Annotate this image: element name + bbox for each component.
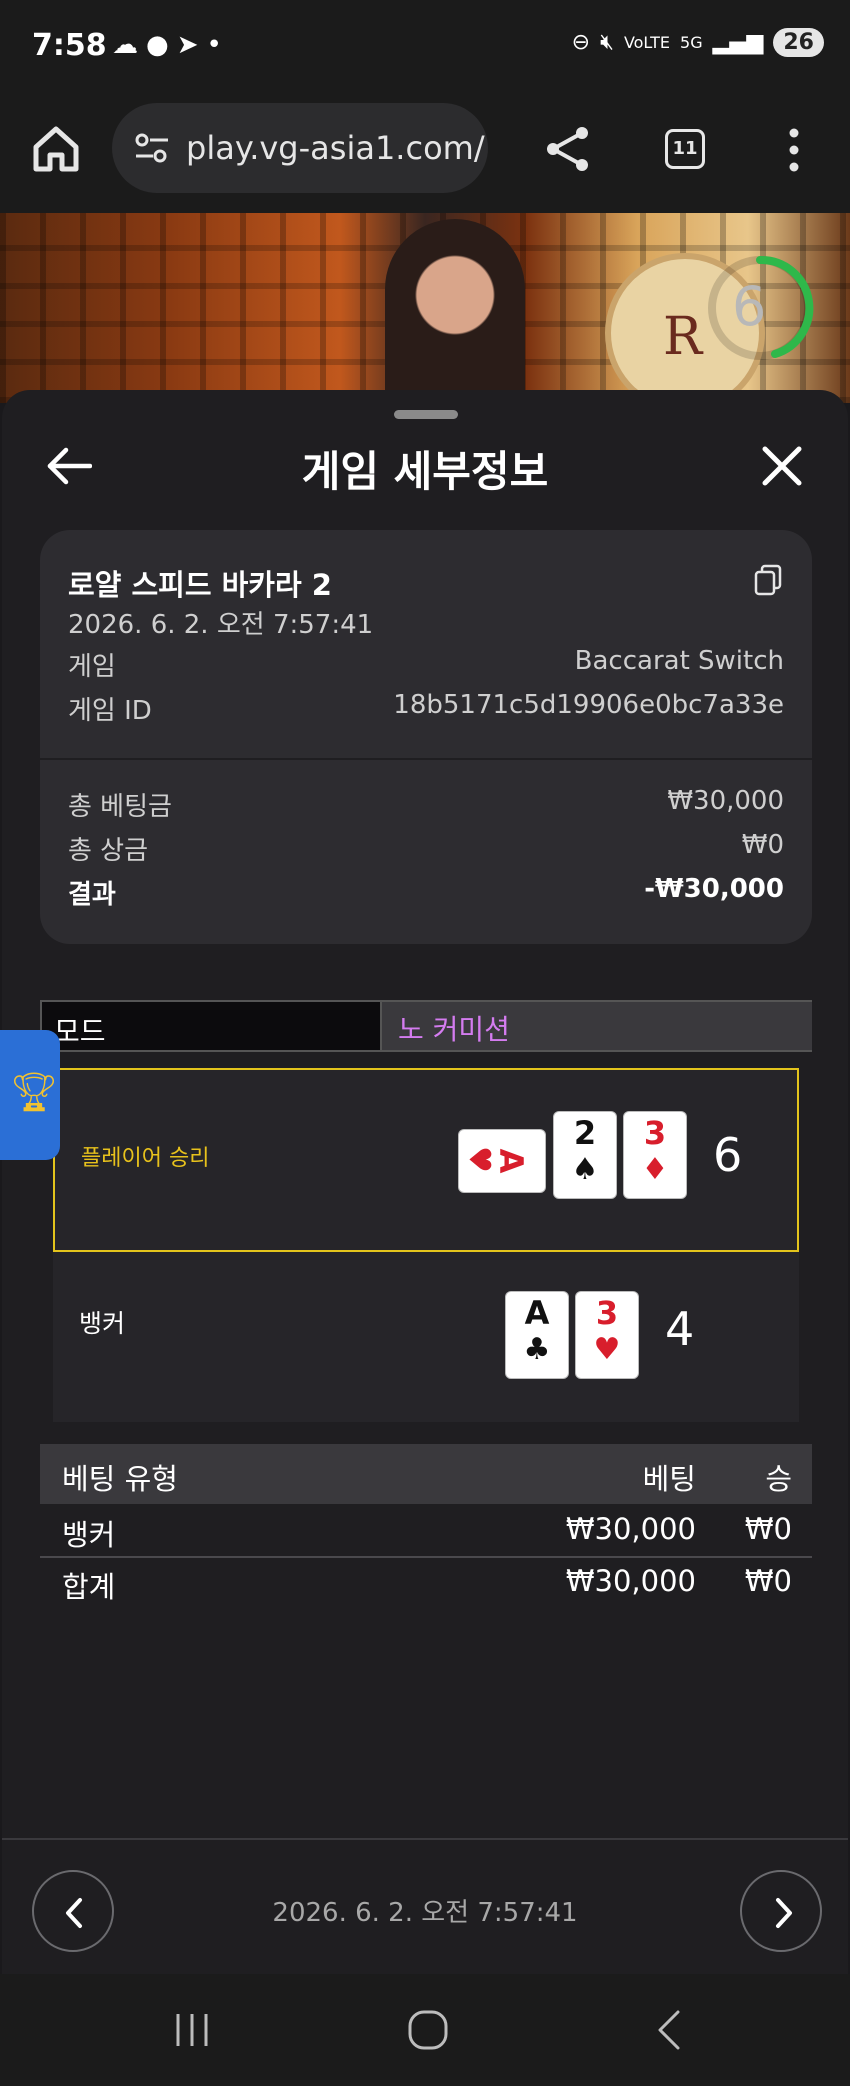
- system-nav-bar: [0, 1974, 850, 2086]
- volte-icon: VoLTE: [623, 33, 671, 52]
- share-icon[interactable]: [545, 125, 591, 173]
- banker-hand-box: 뱅커 A ♣ 3 ♥ 4: [53, 1252, 799, 1422]
- mute-icon: 🔇︎: [600, 30, 614, 55]
- player-hand-box: 플레이어 승리 A ♥ 2 ♠ 3 ♦ 6: [53, 1068, 799, 1252]
- copy-icon[interactable]: [754, 564, 782, 596]
- site-settings-icon[interactable]: [134, 131, 170, 165]
- recent-apps-icon[interactable]: [172, 2010, 212, 2050]
- playing-card: 2 ♠: [554, 1112, 616, 1198]
- playing-card: 3 ♦: [624, 1112, 686, 1198]
- tab-switcher-button[interactable]: 11: [665, 129, 705, 169]
- dealer-image: [385, 219, 525, 403]
- card-divider: [40, 758, 812, 760]
- close-icon[interactable]: [760, 444, 804, 488]
- playing-card: A ♣: [506, 1292, 568, 1378]
- signal-icon: ▂▄▆: [712, 30, 764, 55]
- mode-label: 모드: [54, 1015, 106, 1048]
- countdown-timer-value: 6: [732, 275, 767, 338]
- footer-datetime: 2026. 6. 2. 오전 7:57:41: [272, 1898, 578, 1928]
- telegram-icon: ➤: [176, 30, 207, 60]
- game-detail-sheet: 게임 세부정보 로얄 스피드 바카라 2 2026. 6. 2. 오전 7:57…: [2, 390, 848, 1974]
- playing-card: 3 ♥: [576, 1292, 638, 1378]
- 5g-icon: 5G: [680, 33, 703, 52]
- sheet-drag-handle[interactable]: [394, 410, 458, 419]
- mode-value: 노 커미션: [398, 1013, 510, 1046]
- status-time: 7:58: [32, 28, 107, 63]
- browser-toolbar: play.vg-asia1.com/ 11: [0, 95, 850, 213]
- banker-label: 뱅커: [79, 1309, 126, 1338]
- banker-score: 4: [665, 1302, 695, 1356]
- bet-table-header: 베팅 유형 베팅 승: [40, 1444, 812, 1504]
- battery-badge: 26: [773, 28, 824, 57]
- url-bar[interactable]: play.vg-asia1.com/: [112, 103, 488, 193]
- trophy-icon: 🏆︎: [10, 1070, 59, 1114]
- system-back-icon[interactable]: [652, 2008, 686, 2052]
- mode-bar: 모드 노 커미션: [40, 1000, 812, 1052]
- kakaotalk-icon: ●: [146, 30, 177, 60]
- live-video-stream: R 6: [0, 213, 850, 403]
- url-text: play.vg-asia1.com/: [186, 129, 485, 167]
- cloud-icon: ☁: [112, 30, 146, 60]
- chevron-right-icon: [776, 1898, 792, 1928]
- dnd-icon: ⊖: [571, 30, 591, 55]
- status-right-icons: ⊖ 🔇︎ VoLTE 5G ▂▄▆ 26: [572, 28, 824, 57]
- home-icon[interactable]: [30, 123, 82, 175]
- player-score: 6: [713, 1128, 743, 1182]
- game-info-card: 로얄 스피드 바카라 2 2026. 6. 2. 오전 7:57:41 게임 B…: [40, 530, 812, 944]
- status-left-icons: ☁●➤•: [112, 30, 230, 60]
- leaderboard-tab[interactable]: 🏆︎: [0, 1030, 60, 1160]
- next-round-button[interactable]: [740, 1870, 822, 1952]
- sheet-title: 게임 세부정보: [301, 447, 549, 496]
- game-datetime: 2026. 6. 2. 오전 7:57:41: [68, 610, 374, 640]
- playing-card: A ♥: [459, 1130, 545, 1192]
- player-win-label: 플레이어 승리: [81, 1146, 210, 1171]
- home-button-icon[interactable]: [406, 2008, 450, 2052]
- more-menu-icon[interactable]: [784, 125, 804, 175]
- game-name: 로얄 스피드 바카라 2: [68, 568, 332, 602]
- dot-icon: •: [206, 30, 230, 60]
- status-bar: 7:58 ☁●➤• ⊖ 🔇︎ VoLTE 5G ▂▄▆ 26: [0, 0, 850, 95]
